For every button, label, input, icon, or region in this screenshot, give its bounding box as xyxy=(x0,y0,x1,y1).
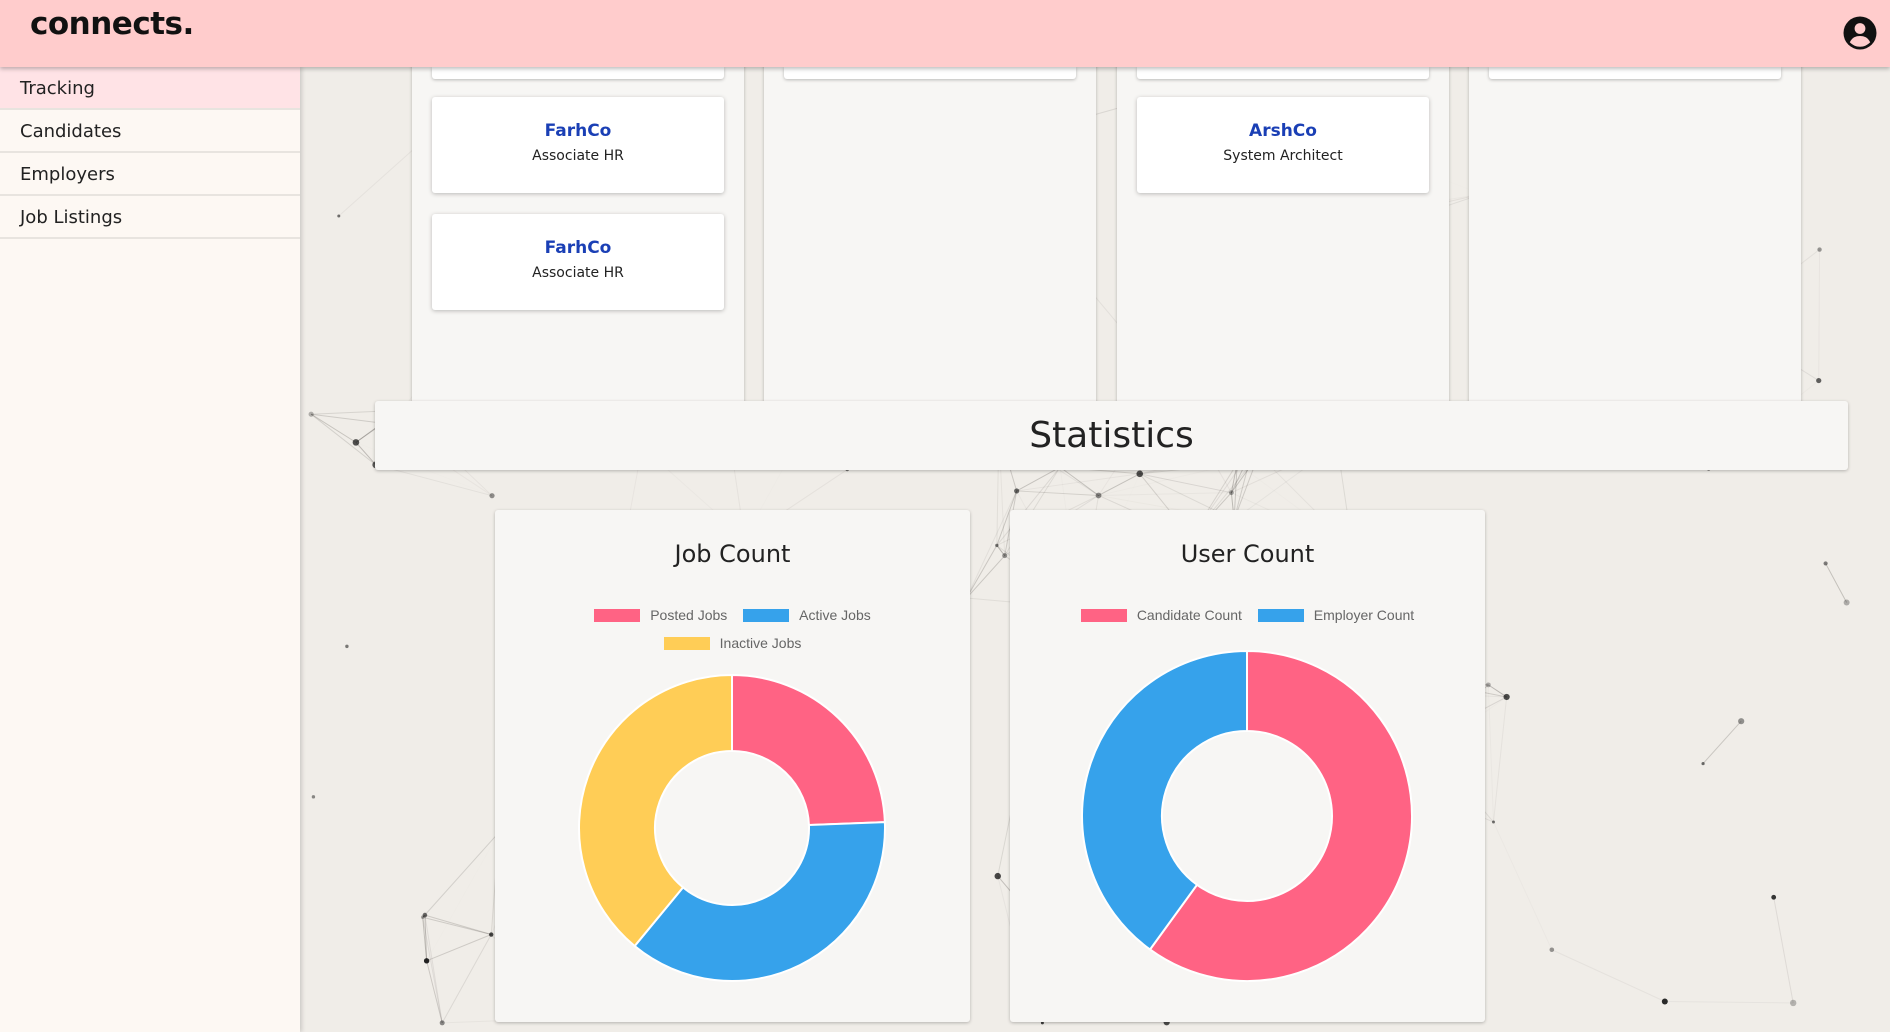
statistics-banner: Statistics xyxy=(375,401,1848,470)
sidebar-item-candidates[interactable]: Candidates xyxy=(0,110,300,153)
job-card-role: Associate HR xyxy=(532,265,624,281)
statistics-heading: Statistics xyxy=(1029,415,1194,456)
legend-label: Employer Count xyxy=(1313,607,1415,623)
chart-title: User Count xyxy=(1180,540,1315,568)
legend-swatch xyxy=(1080,608,1127,622)
brand-logo[interactable]: connects. xyxy=(30,6,194,42)
legend-swatch xyxy=(743,608,790,622)
account-circle-icon[interactable] xyxy=(1842,15,1878,51)
legend-label: Active Jobs xyxy=(799,607,871,623)
legend-item[interactable]: Active Jobs xyxy=(743,607,871,623)
job-card-partial[interactable] xyxy=(1137,67,1429,79)
legend-item[interactable]: Posted Jobs xyxy=(594,607,727,623)
legend-label: Candidate Count xyxy=(1136,607,1242,623)
user-count-card: User Count Candidate Count Employer Coun… xyxy=(1010,510,1485,1022)
job-card[interactable]: FarhCo Associate HR xyxy=(432,214,724,310)
job-card[interactable]: FarhCo Associate HR xyxy=(432,97,724,193)
job-count-donut xyxy=(578,673,886,982)
job-card-partial[interactable] xyxy=(432,67,724,79)
job-card[interactable]: ArshCo System Architect xyxy=(1137,97,1429,193)
legend-label: Posted Jobs xyxy=(650,607,728,623)
sidebar-item-tracking[interactable]: Tracking xyxy=(0,67,300,110)
legend-swatch xyxy=(594,608,641,622)
legend-item[interactable]: Employer Count xyxy=(1257,607,1415,623)
legend-item[interactable]: Candidate Count xyxy=(1080,607,1242,623)
job-card-company: FarhCo xyxy=(544,121,612,141)
legend-swatch xyxy=(1257,608,1304,622)
chart-legend-row2: Inactive Jobs xyxy=(495,635,970,653)
job-card-role: Associate HR xyxy=(532,148,624,164)
chart-legend: Posted Jobs Active Jobs xyxy=(495,607,970,625)
chart-legend: Candidate Count Employer Count xyxy=(1010,607,1485,625)
sidebar-nav: Tracking Candidates Employers Job Listin… xyxy=(0,67,300,1032)
chart-title: Job Count xyxy=(674,540,791,568)
job-card-company: ArshCo xyxy=(1249,121,1317,141)
donut-slice-posted-jobs[interactable] xyxy=(731,673,886,827)
job-count-card: Job Count Posted Jobs Active Jobs Inacti… xyxy=(495,510,970,1022)
legend-label: Inactive Jobs xyxy=(719,635,802,651)
job-card-role: System Architect xyxy=(1223,148,1343,164)
job-card-partial[interactable] xyxy=(1489,67,1781,79)
user-count-donut xyxy=(1081,649,1413,982)
legend-swatch xyxy=(663,636,710,650)
sidebar-item-employers[interactable]: Employers xyxy=(0,153,300,196)
sidebar-item-job-listings[interactable]: Job Listings xyxy=(0,196,300,239)
legend-item[interactable]: Inactive Jobs xyxy=(663,635,802,651)
top-app-bar: connects. xyxy=(0,0,1890,67)
job-card-company: FarhCo xyxy=(544,238,612,258)
job-card-partial[interactable] xyxy=(784,67,1076,79)
